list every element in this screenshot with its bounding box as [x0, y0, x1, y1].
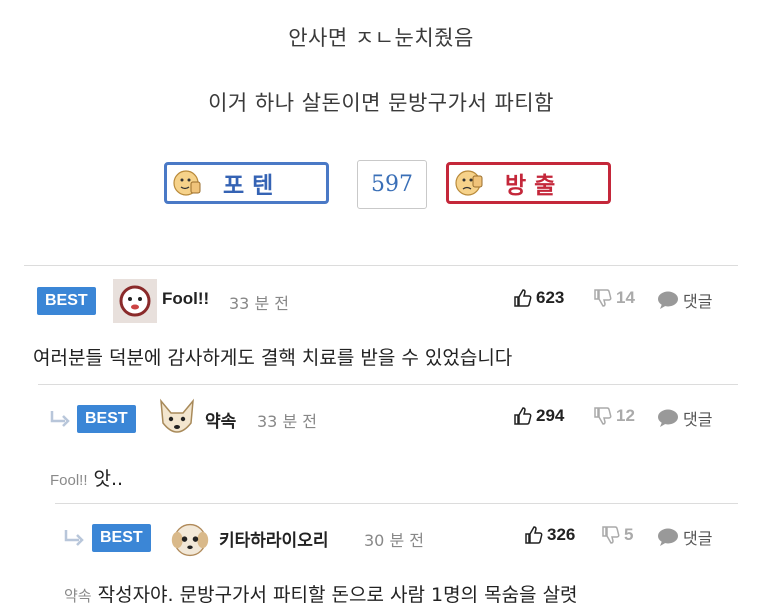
avatar	[113, 279, 157, 323]
speech-bubble-icon	[658, 291, 678, 309]
comment-header: BEST Fool!! 33 분 전 623 14 댓글	[0, 277, 762, 323]
comment-time: 30 분 전	[364, 531, 424, 550]
mention[interactable]: 약속	[64, 588, 92, 605]
reply-label: 댓글	[683, 410, 713, 429]
like-button[interactable]: 623	[512, 288, 564, 308]
divider	[38, 384, 738, 385]
dislike-count: 14	[616, 288, 635, 307]
post-text-line-1: 안사면 ㅈㄴ눈치줬음	[288, 26, 474, 50]
comment-text: 여러분들 덕분에 감사하게도 결핵 치료를 받을 수 있었습니다	[33, 347, 513, 369]
reply-button[interactable]: 댓글	[657, 406, 712, 430]
reply-arrow-icon	[64, 530, 84, 546]
thumbs-up-icon	[525, 526, 543, 544]
comment-text-content: 앗..	[93, 468, 124, 490]
best-badge: BEST	[37, 287, 96, 315]
like-count: 294	[536, 406, 565, 425]
divider	[55, 503, 738, 504]
speech-bubble-icon	[658, 528, 678, 546]
speech-bubble-icon	[658, 409, 678, 427]
like-count: 623	[536, 288, 565, 307]
mention[interactable]: Fool!!	[50, 472, 88, 489]
reply-header: BEST 키타하라이오리 30 분 전 326 5 댓글	[0, 514, 762, 560]
reply-header: BEST 약속 33 분 전 294 12 댓글	[0, 395, 762, 441]
reply-button[interactable]: 댓글	[657, 525, 712, 549]
comment-author[interactable]: 약속	[205, 407, 236, 432]
dislike-count: 5	[624, 525, 634, 544]
thumbs-down-face-icon	[455, 170, 483, 196]
vote-bar: 포텐 597 방출	[0, 160, 762, 210]
best-badge: BEST	[77, 405, 136, 433]
thumbs-down-icon	[594, 289, 612, 307]
downvote-button[interactable]: 방출	[446, 162, 611, 204]
like-button[interactable]: 294	[512, 406, 564, 426]
comment-author[interactable]: 키타하라이오리	[219, 526, 328, 551]
avatar	[160, 398, 194, 433]
comment-text: 약속 작성자야. 문방구가서 파티할 돈으로 사람 1명의 목숨을 살렷	[64, 580, 578, 607]
comment-author[interactable]: Fool!!	[162, 289, 209, 309]
avatar	[171, 523, 209, 557]
thumbs-down-icon	[602, 526, 620, 544]
downvote-label: 방출	[505, 173, 564, 199]
comment-text: Fool!! 앗..	[50, 464, 123, 491]
reply-label: 댓글	[683, 529, 713, 548]
post-text-line-2: 이거 하나 살돈이면 문방구가서 파티함	[208, 91, 554, 115]
thumbs-up-icon	[514, 289, 532, 307]
best-badge: BEST	[92, 524, 151, 552]
divider	[24, 265, 738, 266]
comment-time: 33 분 전	[229, 294, 289, 313]
reply-arrow-icon	[50, 411, 70, 427]
comment-text-content: 작성자야. 문방구가서 파티할 돈으로 사람 1명의 목숨을 살렷	[97, 584, 578, 606]
thumbs-up-icon	[514, 407, 532, 425]
reply-button[interactable]: 댓글	[657, 288, 712, 312]
like-button[interactable]: 326	[523, 525, 575, 545]
thumbs-down-icon	[594, 407, 612, 425]
upvote-button[interactable]: 포텐	[164, 162, 329, 204]
reply-label: 댓글	[683, 292, 713, 311]
thumbs-up-face-icon	[173, 170, 201, 196]
comment-time: 33 분 전	[257, 412, 317, 431]
dislike-button[interactable]: 5	[600, 525, 633, 545]
upvote-label: 포텐	[223, 173, 282, 199]
dislike-count: 12	[616, 406, 635, 425]
dislike-button[interactable]: 12	[592, 406, 635, 426]
vote-count: 597	[357, 160, 427, 209]
dislike-button[interactable]: 14	[592, 288, 635, 308]
like-count: 326	[547, 525, 576, 544]
